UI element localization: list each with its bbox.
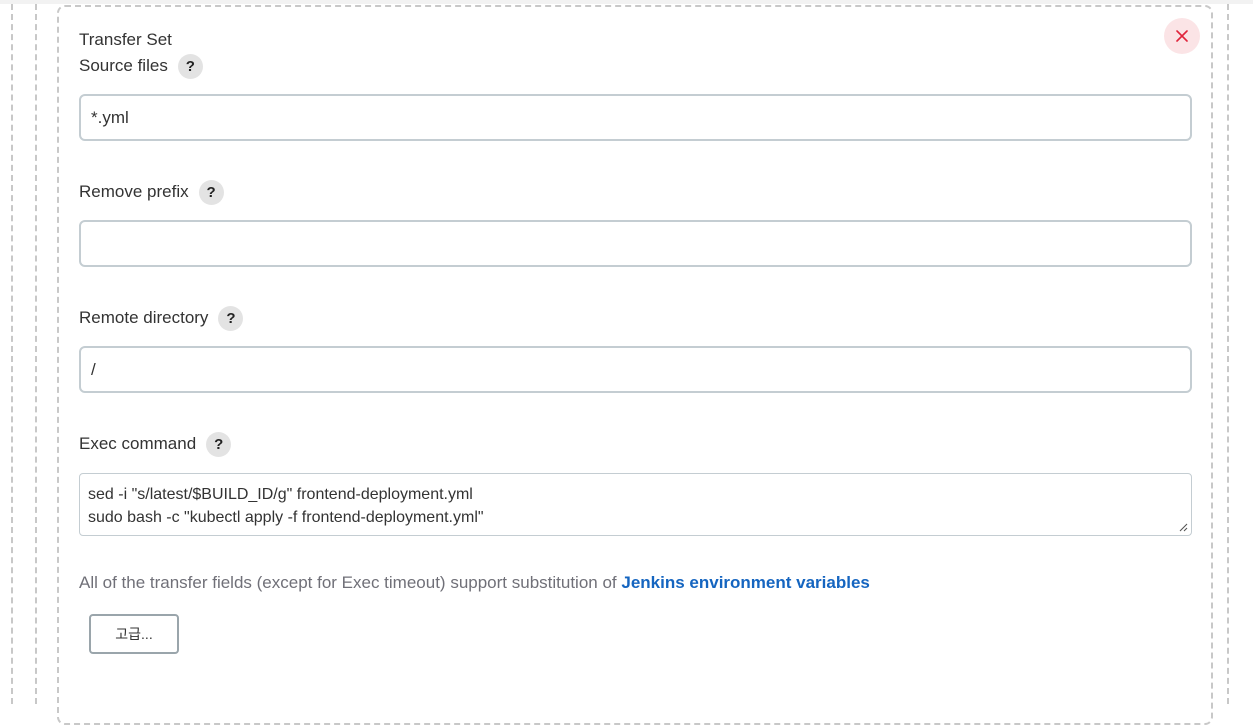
advanced-button[interactable]: 고급...	[89, 614, 179, 654]
transfer-set-title: Transfer Set	[79, 30, 172, 49]
substitution-hint: All of the transfer fields (except for E…	[79, 573, 870, 593]
resize-grip-icon[interactable]	[1178, 522, 1188, 532]
remote-directory-field-label: Remote directory ?	[79, 305, 244, 331]
source-files-help-button[interactable]: ?	[177, 53, 203, 79]
exec-command-line-1: sed -i "s/latest/$BUILD_ID/g" frontend-d…	[88, 486, 473, 503]
source-files-field-label: Source files ?	[79, 53, 203, 79]
exec-command-field-label: Exec command ?	[79, 431, 232, 457]
remove-prefix-help-button[interactable]: ?	[198, 179, 224, 205]
exec-command-help-button[interactable]: ?	[206, 431, 232, 457]
remote-directory-label: Remote directory	[79, 308, 209, 327]
source-files-value: *.yml	[91, 107, 129, 127]
jenkins-env-vars-link[interactable]: Jenkins environment variables	[621, 573, 870, 592]
substitution-hint-text: All of the transfer fields (except for E…	[79, 573, 622, 592]
source-files-input[interactable]: *.yml	[79, 94, 1192, 141]
remote-directory-value: /	[91, 359, 96, 379]
delete-transfer-set-button[interactable]	[1164, 18, 1200, 54]
source-files-label: Source files	[79, 56, 168, 75]
close-icon	[1176, 30, 1188, 42]
exec-command-textarea[interactable]: sed -i "s/latest/$BUILD_ID/g" frontend-d…	[79, 473, 1192, 536]
remove-prefix-field-label: Remove prefix ?	[79, 179, 224, 205]
remove-prefix-label: Remove prefix	[79, 182, 189, 201]
remove-prefix-input[interactable]	[79, 220, 1192, 267]
remote-directory-help-button[interactable]: ?	[218, 305, 244, 331]
exec-command-line-2: sudo bash -c "kubectl apply -f frontend-…	[88, 509, 484, 526]
remote-directory-input[interactable]: /	[79, 346, 1192, 393]
exec-command-label: Exec command	[79, 434, 197, 453]
